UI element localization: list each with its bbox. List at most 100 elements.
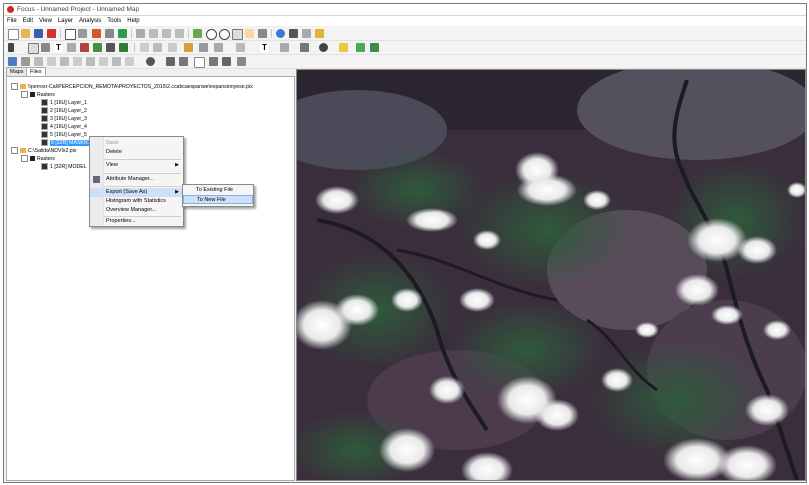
app-icon [7,6,14,13]
database-icon[interactable] [118,29,127,38]
menu-histogram[interactable]: Histogram with Statistics [90,197,183,206]
play-icon[interactable] [237,57,246,66]
clock-icon[interactable] [146,57,155,66]
tree-layer-2[interactable]: 2 [16U] Layer_2 [41,107,87,114]
save-icon[interactable] [34,29,43,38]
polygon-icon[interactable] [93,43,102,52]
menu-attribute-manager[interactable]: Attribute Manager... [90,175,183,184]
menu-layer[interactable]: Layer [55,16,76,26]
style-icon[interactable] [319,43,328,52]
pen-icon[interactable] [184,43,193,52]
line-color-icon[interactable] [168,43,177,52]
menu-bar: File Edit View Layer Analysis Tools Help [4,16,806,26]
line-icon[interactable] [60,57,69,66]
move-icon[interactable] [67,43,76,52]
tab-files[interactable]: Files [26,67,46,76]
vector-icon[interactable] [80,43,89,52]
delete-icon[interactable] [153,43,162,52]
project-icon[interactable] [65,29,76,40]
paste-icon[interactable] [149,29,158,38]
tab-maps[interactable]: Maps [6,67,28,76]
menu-properties[interactable]: Properties... [90,217,183,226]
zoom-in-icon[interactable] [206,29,217,40]
color-icon[interactable] [119,43,128,52]
undo-icon[interactable] [162,29,171,38]
redo-icon[interactable] [175,29,184,38]
layers-icon[interactable] [356,43,365,52]
menu-to-existing-file[interactable]: To Existing File [183,186,253,195]
zoom-out-icon[interactable] [219,29,230,40]
first-icon[interactable] [166,57,175,66]
map-view[interactable] [296,69,806,481]
measure-icon[interactable] [47,57,56,66]
shape-icon[interactable] [86,57,95,66]
digitize-icon[interactable] [34,57,43,66]
raster-icon[interactable] [8,57,17,66]
merge-icon[interactable] [112,57,121,66]
split-icon[interactable] [99,57,108,66]
highlight-icon[interactable] [339,43,348,52]
cut-icon[interactable] [136,29,145,38]
menu-file[interactable]: File [4,16,20,26]
zoom-extent-icon[interactable] [193,29,202,38]
tools-icon[interactable] [315,29,324,38]
print-icon[interactable] [47,29,56,38]
select-icon[interactable] [28,43,39,54]
pointer-icon[interactable] [8,43,14,52]
legend-icon[interactable] [302,29,311,38]
layer-icon [41,115,48,122]
open-icon[interactable] [21,29,30,38]
menu-edit[interactable]: Edit [20,16,36,26]
tree-rasters-2[interactable]: Rasters [21,155,55,162]
rotate-icon[interactable] [258,29,267,38]
title-bar: Focus - Unnamed Project - Unnamed Map [4,4,806,16]
arrow-style-icon[interactable] [214,43,223,52]
copy-icon[interactable] [105,29,114,38]
menu-delete[interactable]: Delete [90,148,183,157]
layer-icon [41,99,48,106]
tree-file-2[interactable]: C:\Salida\NDVIx2.pix [11,147,76,154]
tree-layer-1[interactable]: 1 [16U] Layer_1 [41,99,87,106]
tree-layer-3[interactable]: 3 [16U] Layer_3 [41,115,87,122]
edit-icon[interactable] [92,29,101,38]
toolbar-editing: T T [4,41,806,55]
menu-view[interactable]: View [36,16,55,26]
tree-layer-5[interactable]: 5 [16U] Layer_5 [41,131,87,138]
context-menu: Save Delete View ▶ Attribute Manager... E… [89,136,184,227]
symbol-icon[interactable] [300,43,309,52]
menu-overview-manager[interactable]: Overview Manager... [90,206,183,215]
text-icon[interactable]: T [54,43,63,52]
last-icon[interactable] [222,57,231,66]
tree-file-1[interactable]: \\perrosr-Cal\PERCEPCION_REMOTA\PROYECTO… [11,83,253,90]
menu-export[interactable]: Export (Save As) ▶ [90,188,183,197]
tree-layer-6[interactable]: 6 [32R] MASKN... [41,139,93,146]
new-icon[interactable] [8,29,19,40]
next-icon[interactable] [209,57,218,66]
node-icon[interactable] [140,43,149,52]
curve-icon[interactable] [73,57,82,66]
layout-icon[interactable] [78,29,87,38]
menu-analysis[interactable]: Analysis [76,16,104,26]
select-area-icon[interactable] [41,43,50,52]
grid-icon[interactable] [289,29,298,38]
prev-icon[interactable] [179,57,188,66]
tree-layer-model[interactable]: 1 [32R] MODEL [41,163,87,170]
layers-stack-icon[interactable] [370,43,379,52]
pan-icon[interactable] [245,29,254,38]
zoom-box-icon[interactable] [232,29,243,40]
line-style-icon[interactable] [199,43,208,52]
tree-rasters-1[interactable]: Rasters [21,91,55,98]
menu-view-submenu[interactable]: View ▶ [90,161,183,170]
fill-icon[interactable] [106,43,115,52]
menu-tools[interactable]: Tools [104,16,124,26]
menu-to-new-file[interactable]: To New File [183,195,253,204]
rotate-shape-icon[interactable] [125,57,134,66]
info-icon[interactable] [276,29,285,38]
vector-edit-icon[interactable] [21,57,30,66]
tree-layer-4[interactable]: 4 [16U] Layer_4 [41,123,87,130]
menu-save[interactable]: Save [90,139,183,148]
fill-style-icon[interactable] [236,43,245,52]
menu-help[interactable]: Help [124,16,142,26]
font-icon[interactable]: T [260,43,269,52]
font-size-icon[interactable] [280,43,289,52]
